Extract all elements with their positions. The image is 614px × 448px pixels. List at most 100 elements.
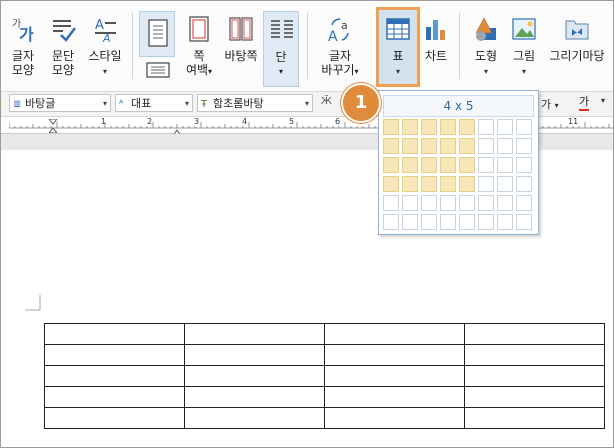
table-size-cell[interactable] [383,119,399,135]
table-cell[interactable] [44,407,185,429]
style-dropdown-arrow[interactable]: ▾ [85,67,125,77]
table-size-cell[interactable] [440,195,456,211]
document-table[interactable] [44,323,605,429]
page-portrait-button[interactable] [139,11,175,57]
table-size-cell[interactable] [421,176,437,192]
para-shape-button[interactable]: 문단 모양 [45,1,81,89]
picture-dropdown-arrow[interactable]: ▾ [507,67,541,77]
table-size-cell[interactable] [383,138,399,154]
table-size-cell[interactable] [421,157,437,173]
table-size-cell[interactable] [421,138,437,154]
table-size-cell[interactable] [497,214,513,230]
indent-marker-icon[interactable] [47,118,59,134]
shape-button[interactable]: 도형 ▾ [467,1,505,89]
table-size-cell[interactable] [478,157,494,173]
table-cell[interactable] [464,386,605,408]
page-landscape-button[interactable] [143,58,173,84]
language-select[interactable]: ᴬ 대표 ▾ [115,94,193,112]
char-shape-label: 글자 모양 [11,49,35,77]
table-size-cell[interactable] [497,157,513,173]
table-cell[interactable] [44,386,185,408]
table-size-cell[interactable] [516,195,532,211]
table-size-cell[interactable] [383,157,399,173]
table-size-cell[interactable] [402,138,418,154]
table-size-cell[interactable] [459,119,475,135]
table-cell[interactable] [324,323,465,345]
table-size-cell[interactable] [516,176,532,192]
table-size-cell[interactable] [478,138,494,154]
table-size-cell[interactable] [497,176,513,192]
table-size-picker[interactable]: 4 x 5 [378,90,539,235]
table-cell[interactable] [184,344,325,366]
table-size-cell[interactable] [440,214,456,230]
table-cell[interactable] [324,365,465,387]
change-char-button[interactable]: A a 글자 바꾸기▾ [317,1,363,89]
table-size-cell[interactable] [383,195,399,211]
table-cell[interactable] [324,386,465,408]
table-size-cell[interactable] [402,195,418,211]
table-size-cell[interactable] [440,119,456,135]
table-cell[interactable] [464,323,605,345]
table-size-cell[interactable] [459,176,475,192]
table-size-cell[interactable] [402,157,418,173]
font-select[interactable]: Ŧ 함초롬바탕 ▾ [197,94,313,112]
table-size-cell[interactable] [440,157,456,173]
table-size-cell[interactable] [459,157,475,173]
table-size-cell[interactable] [421,119,437,135]
table-size-cell[interactable] [440,176,456,192]
font-color-b-button[interactable]: 가 ▾ [541,96,559,112]
table-size-cell[interactable] [459,214,475,230]
table-dropdown-arrow[interactable]: ▾ [379,67,417,77]
drawing-gallery-button[interactable]: 그리기마당 [545,1,609,89]
table-size-cell[interactable] [383,214,399,230]
table-cell[interactable] [464,365,605,387]
table-size-cell[interactable] [383,176,399,192]
table-size-cell[interactable] [516,214,532,230]
table-cell[interactable] [44,365,185,387]
columns-dropdown-arrow[interactable]: ▾ [264,67,298,76]
table-size-cell[interactable] [478,176,494,192]
shape-dropdown-arrow[interactable]: ▾ [467,67,505,77]
char-spacing-icon[interactable]: Ӂ [321,96,332,107]
table-cell[interactable] [184,407,325,429]
font-color-button[interactable]: 가 [579,95,590,111]
table-size-cell[interactable] [402,176,418,192]
table-cell[interactable] [184,323,325,345]
table-size-cell[interactable] [459,138,475,154]
master-page-button[interactable]: 바탕쪽 [221,1,261,89]
table-size-cell[interactable] [478,119,494,135]
table-size-cell[interactable] [402,119,418,135]
table-cell[interactable] [184,365,325,387]
table-size-cell[interactable] [421,214,437,230]
table-size-cell[interactable] [497,195,513,211]
table-cell[interactable] [44,323,185,345]
table-button[interactable]: 표 ▾ [379,1,417,89]
table-cell[interactable] [184,386,325,408]
table-size-cell[interactable] [440,138,456,154]
table-size-cell[interactable] [478,195,494,211]
table-cell[interactable] [324,344,465,366]
table-cell[interactable] [464,344,605,366]
page-margin-button[interactable]: 쪽 여백▾ [179,1,219,89]
font-color-dropdown-arrow[interactable]: ▾ [601,96,605,105]
table-cell[interactable] [464,407,605,429]
table-cell[interactable] [44,344,185,366]
columns-button[interactable]: 단 ▾ [263,11,299,87]
table-size-cell[interactable] [402,214,418,230]
style-button[interactable]: A A 스타일 ▾ [85,1,125,89]
table-size-cell[interactable] [516,119,532,135]
style-select[interactable]: ≣ 바탕글 ▾ [9,94,111,112]
table-size-cell[interactable] [478,214,494,230]
table-size-cell[interactable] [497,119,513,135]
chart-button[interactable]: 차트 [421,1,451,89]
picture-button[interactable]: 그림 ▾ [507,1,541,89]
table-size-cell[interactable] [516,157,532,173]
table-row [44,365,605,387]
right-indent-marker-icon[interactable] [172,121,182,137]
char-shape-button[interactable]: 가 가 글자 모양 [5,1,41,89]
table-size-cell[interactable] [421,195,437,211]
table-cell[interactable] [324,407,465,429]
table-size-cell[interactable] [516,138,532,154]
table-size-cell[interactable] [497,138,513,154]
table-size-cell[interactable] [459,195,475,211]
